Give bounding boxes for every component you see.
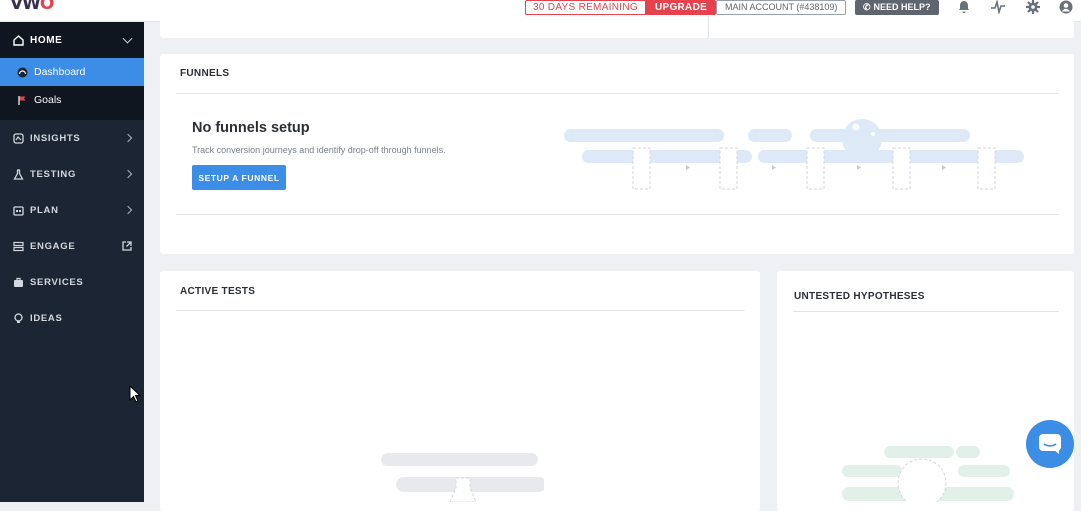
sidebar-item-dashboard[interactable]: Dashboard	[0, 58, 144, 86]
sidebar-item-label: INSIGHTS	[30, 132, 81, 144]
vwo-logo[interactable]: VWO	[10, 0, 54, 14]
sidebar-item-label: ENGAGE	[30, 240, 76, 252]
hypotheses-illustration	[842, 446, 1014, 502]
home-icon	[13, 34, 24, 46]
sidebar-item-insights[interactable]: INSIGHTS	[0, 120, 144, 156]
chevron-right-icon	[123, 133, 133, 143]
sidebar-item-label: Dashboard	[34, 66, 86, 78]
sidebar-item-engage[interactable]: ENGAGE	[0, 228, 144, 264]
divider	[793, 311, 1059, 312]
chevron-right-icon	[123, 205, 133, 215]
chevron-down-icon	[122, 33, 133, 44]
dashboard-icon	[17, 67, 28, 77]
chat-icon	[1039, 434, 1061, 454]
briefcase-icon	[14, 277, 23, 287]
insights-icon	[13, 132, 24, 144]
hypotheses-title: UNTESTED HYPOTHESES	[794, 291, 925, 302]
chevron-right-icon	[123, 169, 133, 179]
phone-icon: ✆	[863, 2, 871, 12]
sidebar-item-testing[interactable]: TESTING	[0, 156, 144, 192]
upgrade-button[interactable]: UPGRADE	[645, 0, 717, 15]
account-switcher[interactable]: MAIN ACCOUNT (#438109)	[716, 0, 847, 15]
chat-launcher-button[interactable]	[1026, 420, 1074, 468]
sidebar-item-plan[interactable]: PLAN	[0, 192, 144, 228]
sidebar-item-ideas[interactable]: IDEAS	[0, 300, 144, 336]
trial-days-remaining: 30 DAYS REMAINING	[525, 0, 646, 15]
gear-icon[interactable]	[1026, 0, 1040, 14]
sidebar-item-home[interactable]: HOME	[0, 22, 144, 58]
divider	[176, 310, 745, 311]
bulb-icon	[14, 312, 23, 323]
empty-heading: No funnels setup	[192, 120, 310, 136]
need-help-button[interactable]: ✆ NEED HELP?	[855, 0, 939, 15]
sidebar-item-label: PLAN	[30, 204, 59, 216]
active-tests-illustration	[381, 453, 544, 502]
bell-icon[interactable]	[957, 0, 971, 14]
funnels-title: FUNNELS	[180, 68, 230, 79]
divider	[176, 93, 1058, 94]
trial-banner: 30 DAYS REMAINING UPGRADE	[525, 0, 717, 15]
previous-card	[160, 16, 1074, 38]
sidebar-item-label: HOME	[30, 34, 63, 46]
user-icon[interactable]	[1059, 0, 1073, 14]
need-help-label: NEED HELP?	[873, 2, 931, 12]
sidebar-item-services[interactable]: SERVICES	[0, 264, 144, 300]
flask-icon	[13, 168, 24, 180]
funnel-illustration	[564, 119, 1024, 190]
sidebar-item-label: IDEAS	[30, 312, 63, 324]
sidebar: HOME Dashboard Goals INSIGHTS TESTING PL…	[0, 22, 144, 502]
sidebar-item-label: SERVICES	[30, 276, 84, 288]
flag-icon	[18, 95, 26, 105]
divider	[176, 214, 1058, 215]
mouse-cursor	[129, 385, 141, 403]
calendar-icon	[13, 205, 24, 216]
activity-icon[interactable]	[991, 0, 1005, 14]
active-tests-title: ACTIVE TESTS	[180, 286, 256, 297]
empty-description: Track conversion journeys and identify d…	[192, 145, 446, 155]
home-submenu: Dashboard Goals	[0, 58, 144, 120]
sidebar-item-goals[interactable]: Goals	[0, 86, 144, 114]
sidebar-item-label: Goals	[34, 94, 62, 106]
card-divider	[708, 16, 709, 38]
external-link-icon	[122, 241, 132, 251]
engage-icon	[13, 241, 24, 251]
setup-funnel-button[interactable]: SETUP A FUNNEL	[192, 165, 286, 190]
sidebar-item-label: TESTING	[30, 168, 77, 180]
